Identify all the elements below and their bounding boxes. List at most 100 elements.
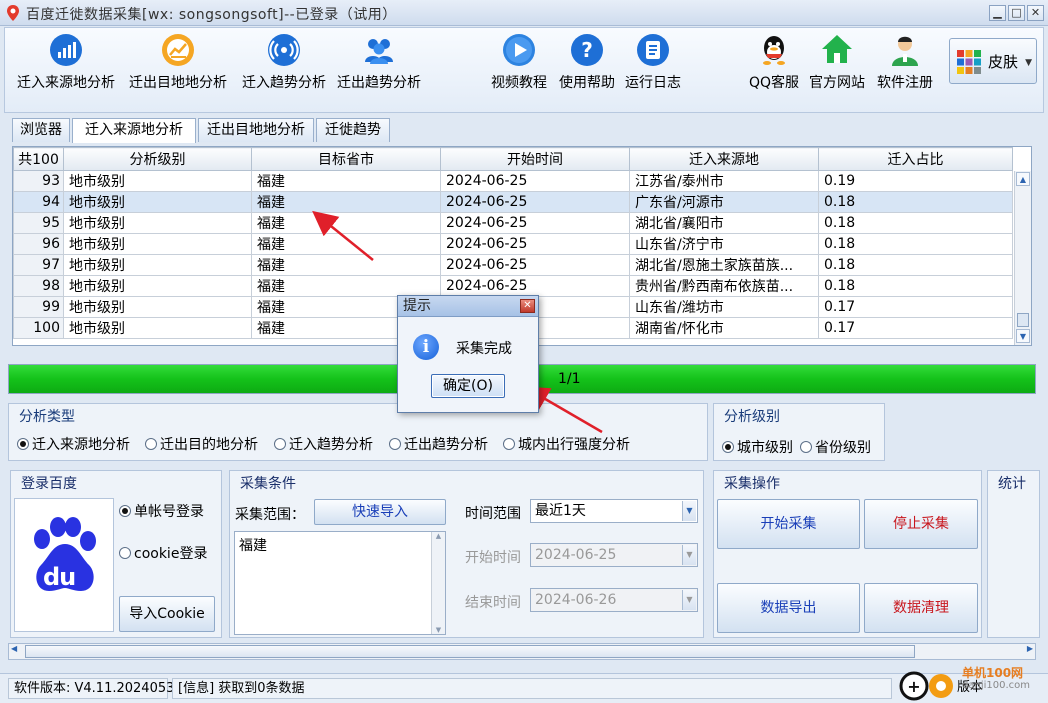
scroll-down-icon[interactable]: ▼ (1016, 329, 1030, 343)
toolbar-label: 迁出目地地分析 (129, 75, 227, 91)
table-row[interactable]: 96 地市级别 福建 2024-06-25 山东省/济宁市 0.18 (13, 233, 1013, 255)
toolbar-log-button[interactable]: 运行日志 (621, 32, 685, 92)
dialog-close-icon[interactable]: ✕ (520, 299, 535, 313)
radio-unchecked-icon (274, 438, 286, 450)
table-cell: 0.17 (818, 296, 1013, 318)
analysis-level-title: 分析级别 (724, 409, 780, 425)
radio-single-account[interactable]: 单帐号登录 (119, 501, 204, 521)
toolbar-help-button[interactable]: ? 使用帮助 (555, 32, 619, 92)
table-cell: 2024-06-25 (440, 233, 630, 255)
table-cell: 地市级别 (63, 317, 252, 339)
radio-label: cookie登录 (134, 546, 208, 562)
table-row[interactable]: 93 地市级别 福建 2024-06-25 江苏省/泰州市 0.19 (13, 170, 1013, 192)
toolbar-inflow-trend-button[interactable]: 迁入趋势分析 (237, 32, 331, 92)
column-header-ratio[interactable]: 迁入占比 (818, 147, 1013, 171)
table-cell: 0.18 (818, 275, 1013, 297)
toolbar-register-button[interactable]: 软件注册 (873, 32, 937, 92)
radio-label: 迁出趋势分析 (404, 437, 488, 453)
radio-city-intensity[interactable]: 城内出行强度分析 (503, 434, 630, 454)
toolbar-outflow-dest-button[interactable]: 迁出目地地分析 (123, 32, 233, 92)
svg-text:?: ? (581, 38, 593, 62)
dialog-ok-button[interactable]: 确定(O) (431, 374, 505, 398)
scroll-left-icon[interactable]: ◀ (11, 644, 17, 653)
table-row[interactable]: 98 地市级别 福建 2024-06-25 贵州省/黔西南布依族苗... 0.18 (13, 275, 1013, 297)
radio-inflow-source[interactable]: 迁入来源地分析 (17, 434, 130, 454)
start-collect-button[interactable]: 开始采集 (717, 499, 860, 549)
clear-data-button[interactable]: 数据清理 (864, 583, 978, 633)
column-header-target[interactable]: 目标省市 (251, 147, 441, 171)
help-icon: ? (571, 34, 603, 66)
chevron-down-icon[interactable]: ▼ (682, 590, 696, 610)
log-icon (637, 34, 669, 66)
toolbar-outflow-trend-button[interactable]: 迁出趋势分析 (333, 32, 425, 92)
tab-inflow-source[interactable]: 迁入来源地分析 (72, 118, 196, 143)
toolbar-qq-support-button[interactable]: QQ客服 (745, 32, 803, 92)
toolbar-video-tutorial-button[interactable]: 视频教程 (487, 32, 551, 92)
stop-collect-button[interactable]: 停止采集 (864, 499, 978, 549)
analysis-type-group: 分析类型 迁入来源地分析 迁出目的地分析 迁入趋势分析 迁出趋势分析 城内出行强… (8, 403, 708, 461)
skin-dropdown-button[interactable]: 皮肤 ▼ (949, 38, 1037, 84)
table-cell: 0.18 (818, 212, 1013, 234)
column-header-level[interactable]: 分析级别 (63, 147, 252, 171)
time-range-label: 时间范围 (465, 506, 521, 522)
status-bar: 软件版本: V4.11.20240530 [信息] 获取到0条数据 版本 (0, 673, 1048, 703)
table-cell: 湖南省/怀化市 (629, 317, 819, 339)
baidu-logo-box: du (14, 498, 114, 632)
start-time-value: 2024-06-25 (535, 547, 617, 563)
radio-outflow-trend[interactable]: 迁出趋势分析 (389, 434, 488, 454)
import-cookie-button[interactable]: 导入Cookie (119, 596, 215, 632)
scroll-right-icon[interactable]: ▶ (1027, 644, 1033, 653)
stats-group: 统计 (987, 470, 1040, 638)
horizontal-scrollbar[interactable]: ◀ ▶ (8, 643, 1036, 660)
chevron-down-icon[interactable]: ▼ (682, 545, 696, 565)
quick-import-button[interactable]: 快速导入 (314, 499, 446, 525)
minimize-button[interactable]: ▁ (989, 5, 1006, 21)
table-cell: 地市级别 (63, 254, 252, 276)
table-header-row: 共100 分析级别 目标省市 开始时间 迁入来源地 迁入占比 (13, 147, 1013, 171)
time-range-select[interactable]: 最近1天 ▼ (530, 499, 698, 523)
column-header-start-time[interactable]: 开始时间 (440, 147, 630, 171)
radio-label: 迁出目的地分析 (160, 437, 258, 453)
toolbar: 迁入来源地分析 迁出目地地分析 迁入趋势分析 迁出趋势分析 视频教程 ? 使用帮… (4, 27, 1044, 113)
toolbar-label: 迁出趋势分析 (337, 75, 421, 91)
table-row[interactable]: 97 地市级别 福建 2024-06-25 湖北省/恩施土家族苗族... 0.18 (13, 254, 1013, 276)
tab-migration-trend[interactable]: 迁徙趋势 (316, 118, 390, 142)
tab-outflow-dest[interactable]: 迁出目地地分析 (198, 118, 314, 142)
toolbar-label: 官方网站 (809, 75, 865, 91)
range-textarea[interactable]: 福建 ▲ ▼ (234, 531, 446, 635)
radio-province-level[interactable]: 省份级别 (800, 437, 871, 457)
toolbar-label: 软件注册 (877, 75, 933, 91)
home-icon (822, 35, 852, 63)
toolbar-label: 使用帮助 (559, 75, 615, 91)
table-row[interactable]: 95 地市级别 福建 2024-06-25 湖北省/襄阳市 0.18 (13, 212, 1013, 234)
tab-browser[interactable]: 浏览器 (12, 118, 70, 142)
column-header-count[interactable]: 共100 (13, 147, 64, 171)
toolbar-label: 迁入趋势分析 (242, 75, 326, 91)
radio-outflow-dest[interactable]: 迁出目的地分析 (145, 434, 258, 454)
scroll-down-icon[interactable]: ▼ (432, 626, 445, 634)
scrollbar-thumb[interactable] (1017, 313, 1029, 327)
export-data-button[interactable]: 数据导出 (717, 583, 860, 633)
analysis-level-group: 分析级别 城市级别 省份级别 (713, 403, 885, 461)
table-vertical-scrollbar[interactable]: ▲ ▼ (1014, 171, 1031, 345)
scroll-up-icon[interactable]: ▲ (1016, 172, 1030, 186)
radio-city-level[interactable]: 城市级别 (722, 437, 793, 457)
radio-label: 城市级别 (737, 440, 793, 456)
radio-unchecked-icon (800, 441, 812, 453)
table-row[interactable]: 94 地市级别 福建 2024-06-25 广东省/河源市 0.18 (13, 191, 1013, 213)
column-header-source[interactable]: 迁入来源地 (629, 147, 819, 171)
end-time-picker[interactable]: 2024-06-26 ▼ (530, 588, 698, 612)
radio-inflow-trend[interactable]: 迁入趋势分析 (274, 434, 373, 454)
start-time-label: 开始时间 (465, 550, 521, 566)
toolbar-website-button[interactable]: 官方网站 (805, 32, 869, 92)
scroll-up-icon[interactable]: ▲ (432, 532, 445, 540)
radio-cookie-login[interactable]: cookie登录 (119, 543, 207, 563)
textarea-scrollbar[interactable]: ▲ ▼ (431, 532, 445, 634)
scrollbar-thumb[interactable] (25, 645, 915, 658)
close-button[interactable]: ✕ (1027, 5, 1044, 21)
start-time-picker[interactable]: 2024-06-25 ▼ (530, 543, 698, 567)
maximize-button[interactable]: □ (1008, 5, 1025, 21)
toolbar-inflow-source-button[interactable]: 迁入来源地分析 (13, 32, 119, 92)
collect-operations-group: 采集操作 开始采集 停止采集 数据导出 数据清理 (713, 470, 982, 638)
chevron-down-icon[interactable]: ▼ (682, 501, 696, 521)
